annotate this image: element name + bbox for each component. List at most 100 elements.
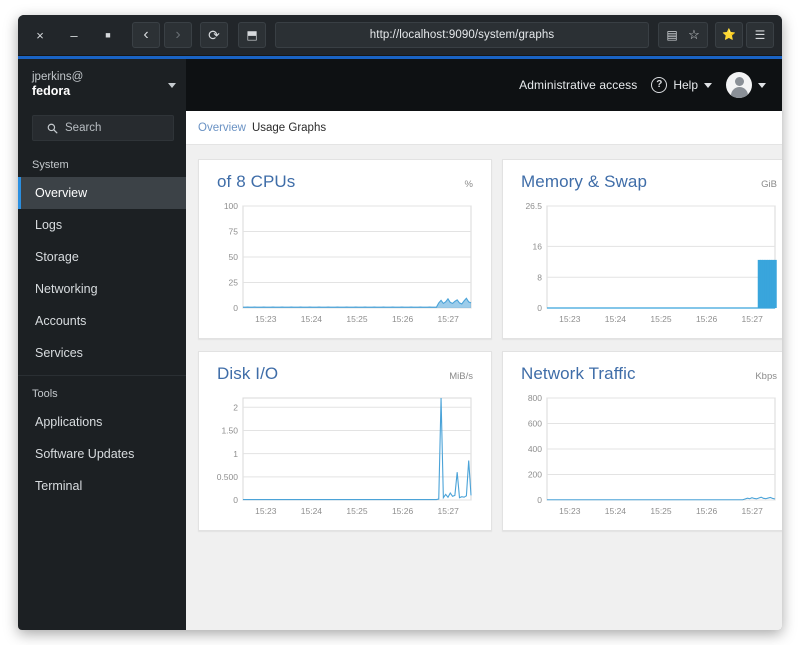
network-card-title: Network Traffic xyxy=(521,364,636,383)
svg-text:0: 0 xyxy=(537,303,542,313)
browser-menu-icon[interactable]: ☰ xyxy=(746,22,774,48)
window-controls: × – ■ xyxy=(26,22,122,48)
svg-text:75: 75 xyxy=(229,227,239,237)
svg-text:15:27: 15:27 xyxy=(438,506,460,516)
chevron-down-icon[interactable] xyxy=(168,82,176,88)
svg-text:0: 0 xyxy=(537,495,542,505)
memory-card-unit: GiB xyxy=(761,179,777,190)
save-to-pocket-icon[interactable]: ⭐ xyxy=(715,22,743,48)
sidebar-item-services[interactable]: Services xyxy=(18,337,186,369)
sidebar-item-software-updates[interactable]: Software Updates xyxy=(18,438,186,470)
navigation-buttons: ‹ › xyxy=(132,22,192,48)
svg-text:1: 1 xyxy=(233,449,238,459)
svg-text:200: 200 xyxy=(528,470,542,480)
url-text: http://localhost:9090/system/graphs xyxy=(369,29,555,41)
search-placeholder: Search xyxy=(65,122,102,134)
svg-text:8: 8 xyxy=(537,272,542,282)
page-header: Administrative access ? Help xyxy=(186,59,782,111)
svg-text:16: 16 xyxy=(533,242,543,252)
cpu-card-unit: % xyxy=(464,179,473,190)
sidebar-section-system-label: System xyxy=(32,159,69,171)
svg-text:15:23: 15:23 xyxy=(559,506,581,516)
url-bar[interactable]: http://localhost:9090/system/graphs xyxy=(275,22,649,48)
forward-icon[interactable]: › xyxy=(164,22,192,48)
sidebar-item-logs[interactable]: Logs xyxy=(18,209,186,241)
reader-mode-icon[interactable]: ▤ xyxy=(662,26,682,44)
sidebar-item-accounts[interactable]: Accounts xyxy=(18,305,186,337)
help-icon: ? xyxy=(651,77,668,93)
sidebar-item-overview[interactable]: Overview xyxy=(18,177,186,209)
svg-text:15:23: 15:23 xyxy=(559,314,581,324)
svg-text:15:26: 15:26 xyxy=(696,506,718,516)
account-menu[interactable] xyxy=(726,72,766,98)
browser-toolbar: × – ■ ‹ › ⟳ ⬒ http://localhost:9090/syst… xyxy=(18,15,782,56)
reload-icon[interactable]: ⟳ xyxy=(200,22,228,48)
administrative-access-button[interactable]: Administrative access xyxy=(519,78,637,92)
network-card-header: Network Traffic Kbps xyxy=(513,364,781,390)
avatar xyxy=(726,72,752,98)
svg-text:1.50: 1.50 xyxy=(221,426,238,436)
network-card-unit: Kbps xyxy=(755,371,777,382)
breadcrumb: Overview Usage Graphs xyxy=(186,111,782,145)
cpu-plot: 0 25 50 75 100 15:23 15:24 15:25 15:26 15:27 xyxy=(209,198,477,328)
svg-text:2: 2 xyxy=(233,402,238,412)
help-label: Help xyxy=(673,78,698,92)
sidebar-item-applications[interactable]: Applications xyxy=(18,406,186,438)
breadcrumb-current: Usage Graphs xyxy=(251,121,327,134)
chevron-down-icon xyxy=(758,82,766,88)
sidebar-section-tools-label: Tools xyxy=(18,375,186,406)
close-window-icon[interactable]: × xyxy=(26,22,54,48)
svg-text:15:23: 15:23 xyxy=(255,506,277,516)
breadcrumb-overview-link[interactable]: Overview xyxy=(198,122,246,134)
help-menu[interactable]: ? Help xyxy=(651,77,712,93)
disk-card-unit: MiB/s xyxy=(449,371,473,382)
svg-text:15:27: 15:27 xyxy=(742,314,764,324)
disk-plot: 0 0.500 1 1.50 2 15:23 15:24 15:25 15:26 15:27 xyxy=(209,390,477,520)
disk-graph-card: Disk I/O MiB/s 0 0.500 1 1.50 2 15:23 15:24 15:… xyxy=(198,351,492,531)
maximize-window-icon[interactable]: ■ xyxy=(94,22,122,48)
svg-text:15:25: 15:25 xyxy=(650,506,672,516)
graph-card-grid: of 8 CPUs % 0 25 50 75 1 0 0 15:23 15:24 15:25 15:… xyxy=(198,159,782,531)
cpu-card-title: of 8 CPUs xyxy=(217,172,296,191)
sidebar: jperkins@ fedora Search System Overview … xyxy=(18,59,186,630)
memory-card-title: Memory & Swap xyxy=(521,172,648,191)
svg-text:15:27: 15:27 xyxy=(438,314,460,324)
bookmark-star-icon[interactable]: ☆ xyxy=(684,26,704,44)
svg-text:50: 50 xyxy=(229,252,239,262)
sidebar-item-storage[interactable]: Storage xyxy=(18,241,186,273)
svg-text:600: 600 xyxy=(528,419,542,429)
reader-bookmark-group: ▤ ☆ xyxy=(658,22,708,48)
svg-text:800: 800 xyxy=(528,393,542,403)
sidebar-item-terminal[interactable]: Terminal xyxy=(18,470,186,502)
main-column: Administrative access ? Help Overview Us… xyxy=(186,59,782,630)
minimize-window-icon[interactable]: – xyxy=(60,22,88,48)
memory-card-header: Memory & Swap GiB xyxy=(513,172,781,198)
disk-card-title: Disk I/O xyxy=(217,364,279,383)
svg-text:15:23: 15:23 xyxy=(255,314,277,324)
search-icon xyxy=(47,123,58,133)
svg-text:15:26: 15:26 xyxy=(696,314,718,324)
svg-text:15:25: 15:25 xyxy=(346,314,368,324)
search-input[interactable]: Search xyxy=(32,115,174,141)
svg-text:0: 0 xyxy=(233,495,238,505)
disk-card-header: Disk I/O MiB/s xyxy=(209,364,477,390)
svg-text:15:25: 15:25 xyxy=(650,314,672,324)
svg-text:15:24: 15:24 xyxy=(605,506,627,516)
svg-text:0.500: 0.500 xyxy=(217,472,239,482)
sidebar-item-networking[interactable]: Networking xyxy=(18,273,186,305)
svg-text:25: 25 xyxy=(229,278,239,288)
svg-text:15:26: 15:26 xyxy=(392,314,414,324)
svg-text:15:24: 15:24 xyxy=(605,314,627,324)
memory-graph-card: Memory & Swap GiB 0 8 16 26.5 15:23 15:24 15:2… xyxy=(502,159,782,339)
host-switcher-text: jperkins@ fedora xyxy=(32,70,168,99)
usage-graphs-content: of 8 CPUs % 0 25 50 75 1 0 0 15:23 15:24 15:25 15:… xyxy=(186,145,782,630)
host-switcher[interactable]: jperkins@ fedora xyxy=(18,59,186,111)
svg-text:15:24: 15:24 xyxy=(301,506,323,516)
svg-text:400: 400 xyxy=(528,444,542,454)
cpu-graph-card: of 8 CPUs % 0 25 50 75 100 15:23 15:24 15:25 15:… xyxy=(198,159,492,339)
home-icon[interactable]: ⬒ xyxy=(238,22,266,48)
svg-text:15:24: 15:24 xyxy=(301,314,323,324)
back-icon[interactable]: ‹ xyxy=(132,22,160,48)
network-plot: 0 200 400 600 800 15:23 15:24 15:25 15:26 15:27 xyxy=(513,390,781,520)
memory-plot: 0 8 16 26.5 15:23 15:24 15:25 15:26 15:27 xyxy=(513,198,781,328)
